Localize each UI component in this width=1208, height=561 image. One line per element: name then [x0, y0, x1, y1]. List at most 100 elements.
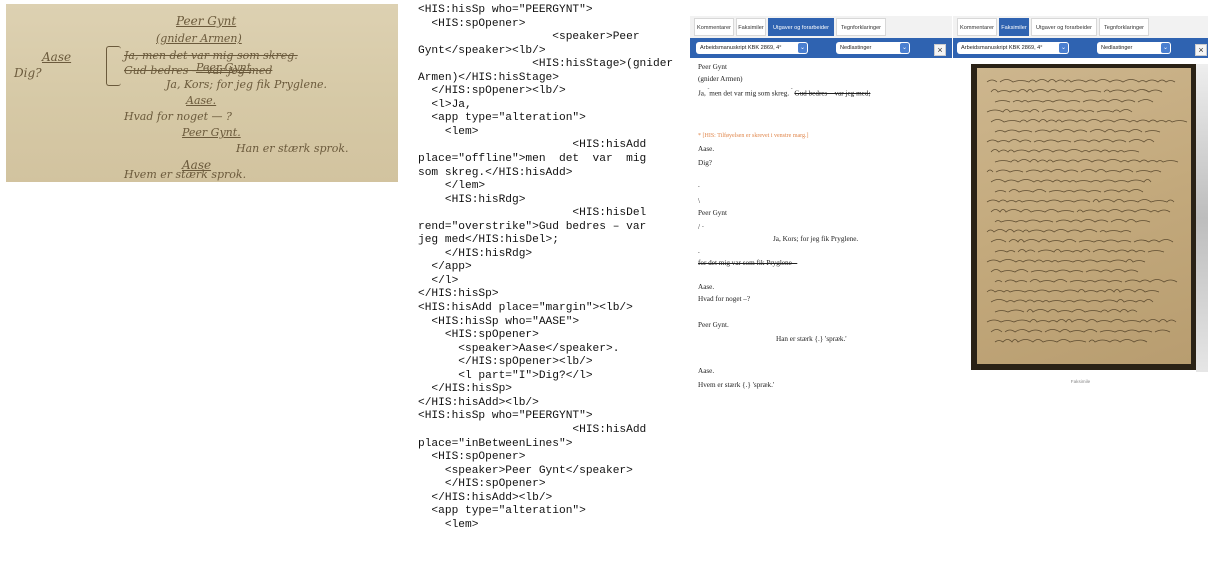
speaker-aase-2: Aase.	[698, 283, 715, 291]
handwriting-line	[986, 169, 1162, 173]
tab-kommentarer[interactable]: Kommentarer	[957, 18, 997, 36]
handwriting-line	[986, 139, 1155, 143]
handwriting-line	[990, 89, 1163, 93]
handwriting-line	[990, 119, 1188, 123]
ms-dig: Dig?	[14, 66, 42, 80]
handwriting-line	[990, 149, 1140, 153]
xml-line: </app>	[418, 261, 472, 274]
ms-line-5: Han er stærk sprok.	[236, 142, 349, 155]
verse-dig: Dig?	[698, 159, 712, 167]
xml-line: <l>Ja,	[418, 98, 472, 111]
ms-speaker-peer-gynt-3: Peer Gynt.	[182, 126, 241, 139]
facsimile-panel: Kommentarer Faksimiler Utgaver og forarb…	[953, 16, 1208, 386]
tab-utgaver[interactable]: Utgaver og forarbeider	[768, 18, 834, 36]
xml-line: </lem>	[418, 180, 486, 193]
note-marker: *	[698, 133, 701, 139]
verse-addition: men det var mig som skreg.	[709, 89, 790, 98]
close-icon[interactable]: ×	[1195, 44, 1207, 56]
zoom-strip[interactable]	[1196, 64, 1208, 372]
speaker-peer-gynt: Peer Gynt	[698, 63, 727, 71]
chevron-down-icon: ⌄	[900, 43, 909, 53]
chevron-down-icon: ⌄	[1161, 43, 1170, 53]
text-panel-toolbar: Arbeidsmanuskript KBK 2869, 4° ⌄ Nedlast…	[690, 38, 952, 58]
xml-line: <l part="I">Dig?</l>	[418, 369, 593, 382]
download-select[interactable]: Nedlastinger ⌄	[836, 42, 910, 54]
xml-line: <speaker>Peer Gynt</speaker>	[418, 464, 633, 477]
ms-bracket	[106, 46, 121, 86]
verse-line-1: Ja, ˆmen det var mig som skreg. ˆ Gud be…	[698, 89, 870, 97]
verse-hvad: Hvad for noget –?	[698, 295, 751, 303]
tab-utgaver[interactable]: Utgaver og forarbeider	[1031, 18, 1097, 36]
xml-line: <speaker>Aase</speaker>.	[418, 342, 620, 355]
ms-stage-direction: (gnider Armen)	[156, 32, 242, 45]
handwriting-line	[994, 159, 1179, 163]
speaker-aase: Aase.	[698, 145, 715, 153]
note-text: [HIS: Tilføyelsen er skrevet i venstre m…	[702, 133, 809, 139]
xml-line: <HIS:spOpener>	[418, 17, 526, 30]
xml-line: <lem>	[418, 518, 479, 531]
version-select[interactable]: Arbeidsmanuskript KBK 2869, 4° ⌄	[957, 42, 1069, 54]
xml-line: <HIS:hisSp who="AASE">	[418, 315, 580, 328]
xml-line: place="offline">men det var mig	[418, 153, 647, 166]
handwriting-line	[990, 239, 1174, 243]
xml-line: <HIS:hisSp who="PEERGYNT">	[418, 410, 593, 423]
xml-line: </HIS:hisSp>	[418, 288, 499, 301]
handwriting-line	[986, 199, 1175, 203]
handwriting-line	[990, 179, 1152, 183]
tab-faksimiler[interactable]: Faksimiler	[999, 18, 1029, 36]
text-edition-panel: Kommentarer Faksimiler Utgaver og forarb…	[690, 16, 952, 561]
facs-panel-toolbar: Arbeidsmanuskript KBK 2869, 4° ⌄ Nedlast…	[953, 38, 1208, 58]
handwriting-line	[994, 99, 1154, 103]
tab-tegnforklaringer[interactable]: Tegnforklaringer	[836, 18, 886, 36]
mark-dot-2: .	[698, 247, 700, 255]
verse-kors: Ja, Kors; for jeg fik Pryglene.	[773, 235, 859, 243]
verse-ja: Ja,	[698, 89, 706, 98]
handwriting-strokes	[986, 79, 1188, 343]
download-select[interactable]: Nedlastinger ⌄	[1097, 42, 1171, 54]
handwriting-line	[986, 109, 1133, 113]
editorial-note[interactable]: * [HIS: Tilføyelsen er skrevet i venstre…	[698, 133, 809, 139]
xml-line: <speaker>Peer	[418, 31, 640, 44]
handwriting-line	[994, 339, 1148, 343]
xml-line: <HIS:hisAdd	[418, 139, 647, 152]
ms-speaker-peer-gynt: Peer Gynt	[176, 14, 237, 28]
xml-line: Gynt</speaker><lb/>	[418, 44, 546, 57]
xml-line: <app type="alteration">	[418, 112, 586, 125]
xml-line: </HIS:hisAdd><lb/>	[418, 396, 539, 409]
tab-kommentarer[interactable]: Kommentarer	[694, 18, 734, 36]
ms-speaker-aase: Aase	[42, 50, 72, 64]
xml-line: </HIS:spOpener><lb/>	[418, 356, 593, 369]
xml-line: <HIS:hisDel	[418, 207, 647, 220]
xml-code-listing: <HIS:hisSp who="PEERGYNT"> <HIS:spOpener…	[418, 4, 680, 560]
tab-tegnforklaringer[interactable]: Tegnforklaringer	[1099, 18, 1149, 36]
handwriting-line	[986, 319, 1177, 323]
tab-faksimiler[interactable]: Faksimiler	[736, 18, 766, 36]
speaker-peer-gynt-2: Peer Gynt	[698, 209, 727, 217]
facsimile-page	[977, 68, 1191, 364]
handwriting-line	[990, 329, 1171, 333]
xml-line: </HIS:spOpener>	[418, 478, 546, 491]
xml-line: <HIS:spOpener>	[418, 451, 526, 464]
version-select[interactable]: Arbeidsmanuskript KBK 2869, 4° ⌄	[696, 42, 808, 54]
xml-line: Armen)</HIS:hisStage>	[418, 71, 559, 84]
mark-backslash: \	[698, 197, 700, 205]
xml-line: place="inBetweenLines">	[418, 437, 573, 450]
ms-speaker-peer-gynt-2: Peer Gynt	[196, 61, 252, 74]
xml-line: <lem>	[418, 125, 479, 138]
handwriting-line	[991, 270, 1141, 273]
ms-line-6: Hvem er stærk sprok.	[124, 168, 247, 181]
text-panel-tabbar: Kommentarer Faksimiler Utgaver og forarb…	[690, 16, 952, 38]
verse-hvem: Hvem er stærk {.} 'spræk.'	[698, 381, 775, 389]
xml-line: <app type="alteration">	[418, 505, 586, 518]
chevron-down-icon: ⌄	[1059, 43, 1068, 53]
download-select-value: Nedlastinger	[1101, 45, 1133, 51]
ms-speaker-aase-2: Aase.	[186, 94, 217, 107]
ms-line-3: Ja, Kors; for jeg fik Pryglene.	[166, 78, 328, 91]
handwriting-line	[994, 309, 1138, 313]
xml-line: rend="overstrike">Gud bedres – var	[418, 220, 647, 233]
handwriting-line	[986, 259, 1146, 263]
verse-staerk: Han er stærk {.} 'spræk.'	[776, 335, 847, 343]
facsimile-image[interactable]	[969, 64, 1205, 372]
version-select-value: Arbeidsmanuskript KBK 2869, 4°	[961, 45, 1043, 51]
close-icon[interactable]: ×	[934, 44, 946, 56]
